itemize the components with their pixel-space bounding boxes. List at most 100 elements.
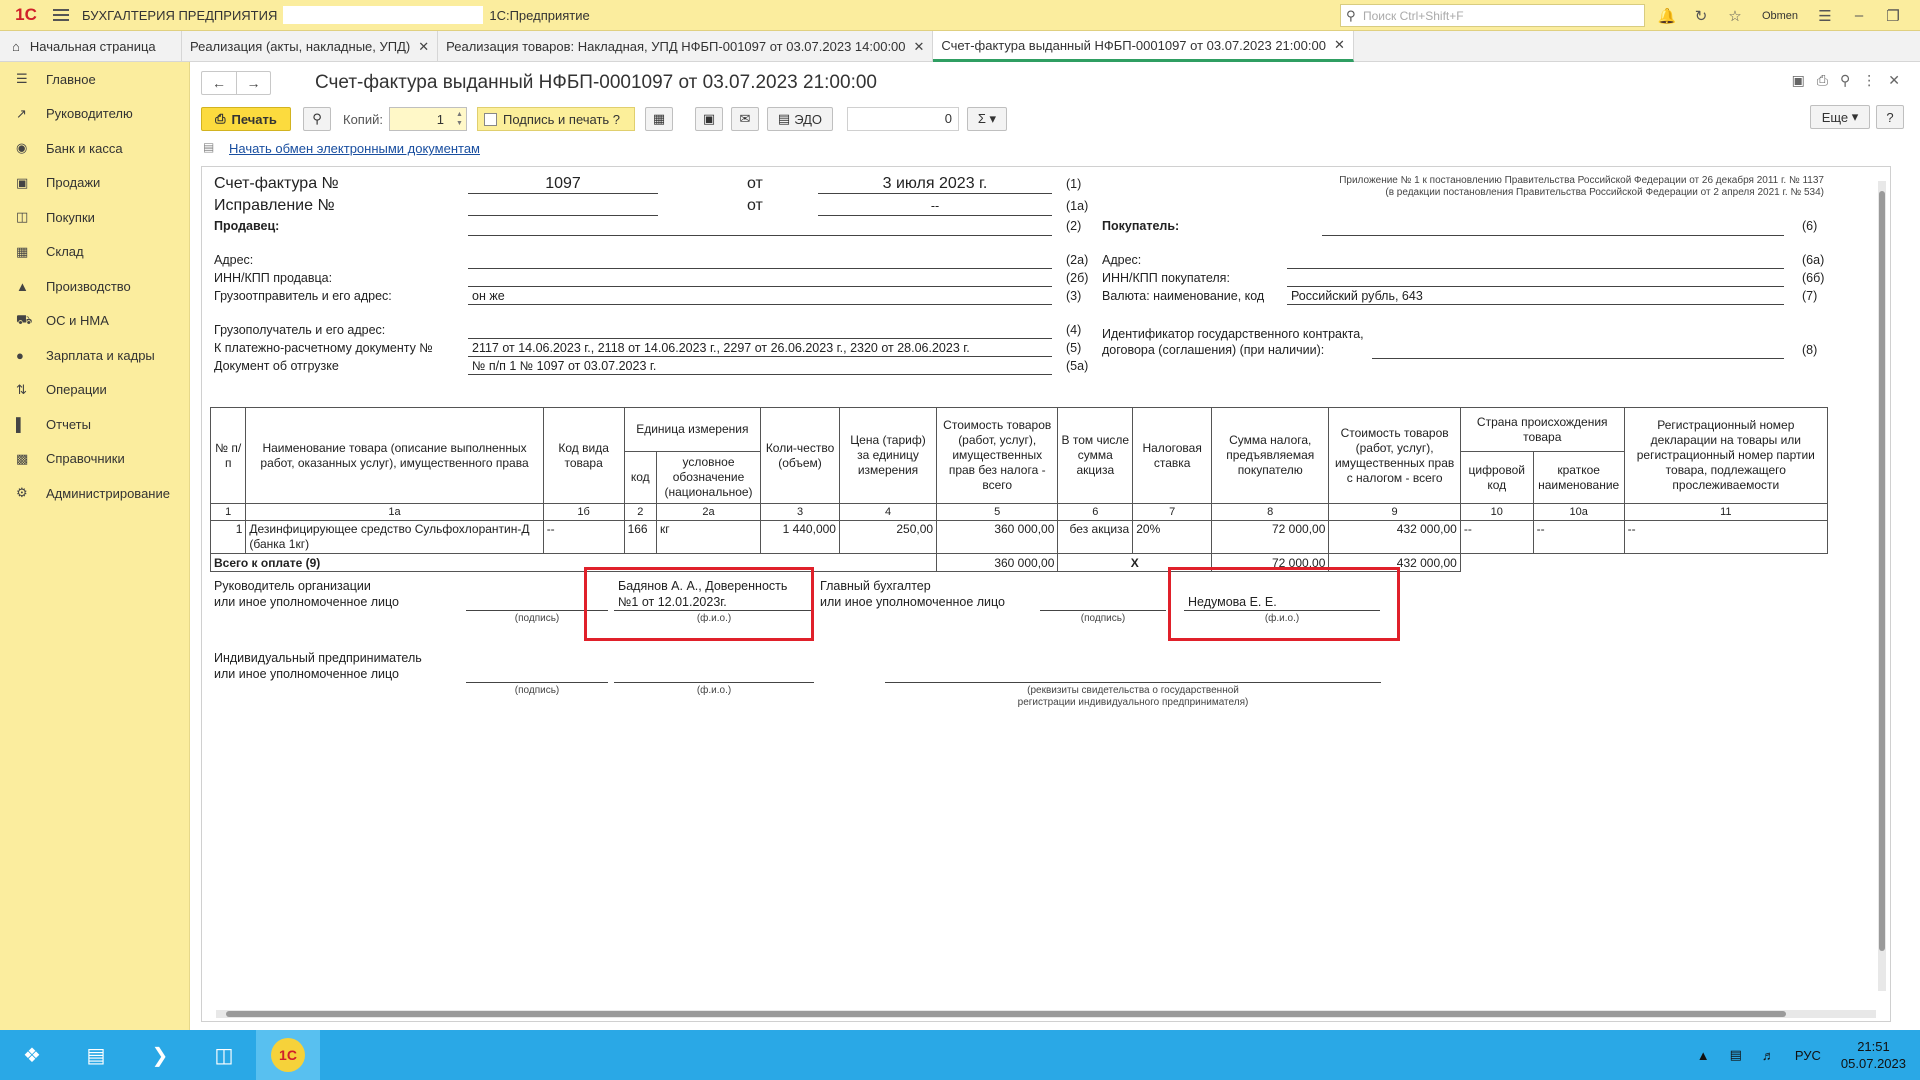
sidebar-item-label: Продажи [46, 175, 101, 191]
server-manager-icon[interactable]: ▤ [64, 1030, 128, 1080]
tab-close-icon[interactable]: ✕ [418, 39, 429, 55]
sidebar-item-production[interactable]: ▲ Производство [0, 269, 189, 304]
network-icon[interactable]: ▤ [1730, 1047, 1742, 1063]
1c-app-icon[interactable]: 1С [256, 1030, 320, 1080]
tab-close-icon[interactable]: ✕ [1334, 37, 1345, 53]
sidebar-item-admin[interactable]: ⚙ Администрирование [0, 476, 189, 511]
cell-country-name: -- [1532, 520, 1625, 554]
contract-line [1372, 358, 1784, 359]
save-icon[interactable]: ▣ [1792, 72, 1805, 89]
sidebar-item-sales[interactable]: ▣ Продажи [0, 166, 189, 201]
star-icon[interactable]: ☆ [1718, 7, 1752, 25]
sidebar-item-operations[interactable]: ⇅ Операции [0, 373, 189, 408]
windows-start-icon[interactable]: ❖ [0, 1030, 64, 1080]
excel-button[interactable]: ▦ [644, 107, 673, 131]
help-button[interactable]: ? [1876, 105, 1904, 129]
main-menu-icon[interactable] [46, 9, 76, 21]
print-button[interactable]: ⎙ Печать [201, 107, 291, 131]
tab-home[interactable]: ⌂ Начальная страница [0, 31, 182, 62]
redacted-area [283, 6, 484, 24]
scroll-thumb[interactable] [226, 1011, 1786, 1017]
col-num: 2 [623, 503, 657, 521]
factory-icon: ▲ [16, 278, 29, 294]
th-country: Страна происхождения товара [1459, 407, 1625, 452]
cell-price: 250,00 [838, 520, 938, 554]
history-icon[interactable]: ↻ [1684, 7, 1718, 25]
seller-inn-label: ИНН/КПП продавца: [214, 271, 333, 285]
th-cost-no-tax: Стоимость товаров (работ, услуг), имущес… [936, 407, 1059, 504]
sidebar-item-salary[interactable]: ● Зарплата и кадры [0, 338, 189, 373]
restore-icon[interactable]: ❐ [1876, 7, 1910, 25]
sidebar-item-main[interactable]: ☰ Главное [0, 62, 189, 97]
close-icon[interactable]: ✕ [1910, 7, 1920, 25]
clock-date: 05.07.2023 [1840, 1056, 1906, 1071]
col-num: 3 [760, 503, 840, 521]
preview-button[interactable]: ⚲ [303, 107, 331, 131]
tray-expand-icon[interactable]: ▲ [1697, 1048, 1710, 1063]
minimize-icon[interactable]: – [1842, 7, 1876, 24]
column-numbers-row: 1 1а 1б 2 2а 3 4 5 6 7 8 9 10 10а 11 [209, 503, 1829, 521]
sum-button[interactable]: Σ ▾ [966, 107, 1007, 131]
spin-icon[interactable]: ▲ ▼ [456, 110, 463, 128]
edo-button[interactable]: ▤ ЭДО [766, 107, 833, 131]
th-num: № п/п [209, 407, 247, 504]
operations-icon: ⇅ [16, 381, 27, 397]
file-explorer-icon[interactable]: ◫ [192, 1030, 256, 1080]
copies-input[interactable]: 1 ▲ ▼ [388, 107, 467, 131]
sidebar-item-director[interactable]: ↗ Руководителю [0, 97, 189, 132]
save-file-button[interactable]: ▣ [694, 107, 723, 131]
total-row: Всего к оплате (9) 360 000,00 Х 72 000,0… [209, 553, 1828, 572]
tab-sales-list[interactable]: Реализация (акты, накладные, УПД) ✕ [182, 31, 439, 62]
back-arrow-icon[interactable]: ← [202, 72, 236, 94]
col-num: 2а [655, 503, 762, 521]
search-input[interactable]: ⚲ Поиск Ctrl+Shift+F [1340, 4, 1645, 27]
print-icon[interactable]: ⎙ [1817, 72, 1828, 89]
forward-arrow-icon[interactable]: → [236, 72, 270, 94]
cell-qty: 1 440,000 [760, 520, 840, 554]
checkbox-box[interactable] [483, 112, 497, 126]
powershell-icon[interactable]: ❯ [128, 1030, 192, 1080]
sidebar-item-label: Зарплата и кадры [46, 347, 155, 363]
more-button[interactable]: Еще ▾ [1810, 105, 1870, 129]
sidebar-item-label: Отчеты [46, 416, 91, 432]
cell-reg-number: -- [1623, 520, 1829, 554]
1c-logo[interactable]: 1С [6, 0, 46, 31]
volume-muted-icon[interactable]: ♬ [1762, 1048, 1775, 1063]
email-button[interactable]: ✉ [730, 107, 759, 131]
bag-icon: ▣ [16, 174, 29, 190]
start-edo-link[interactable]: Начать обмен электронными документам [229, 141, 480, 156]
tab-invoice[interactable]: Счет-фактура выданный НФБП-0001097 от 03… [933, 31, 1354, 62]
sidebar-item-label: Администрирование [46, 485, 170, 501]
sidebar-item-purchases[interactable]: ◫ Покупки [0, 200, 189, 235]
sign-and-stamp-checkbox[interactable]: Подпись и печать ? [476, 107, 635, 131]
settings-menu-icon[interactable]: ☰ [1808, 7, 1842, 25]
horizontal-scrollbar[interactable] [216, 1010, 1876, 1018]
table-header-row: № п/п Наименование товара (описание выпо… [209, 407, 1829, 504]
tab-close-icon[interactable]: ✕ [914, 39, 925, 55]
cell-num: 1 [209, 520, 247, 554]
buyer-label: Покупатель: [1102, 219, 1180, 233]
more-vertical-icon[interactable]: ⋮ [1862, 72, 1876, 89]
scroll-thumb[interactable] [1879, 191, 1885, 951]
sidebar-item-bank[interactable]: ◉ Банк и касса [0, 131, 189, 166]
cell-excise: без акциза [1057, 520, 1134, 554]
sidebar-item-label: Главное [46, 71, 96, 87]
tab-sales-document[interactable]: Реализация товаров: Накладная, УПД НФБП-… [438, 31, 934, 62]
sidebar-item-assets[interactable]: ⛟ ОС и НМА [0, 304, 189, 339]
user-name[interactable]: Obmen [1752, 10, 1808, 22]
language-indicator[interactable]: РУС [1795, 1048, 1821, 1063]
buyer-address-label: Адрес: [1102, 253, 1142, 267]
sidebar-item-reports[interactable]: ▌ Отчеты [0, 407, 189, 442]
col-num: 6 [1057, 503, 1134, 521]
close-form-icon[interactable]: ✕ [1888, 72, 1900, 89]
preview-icon[interactable]: ⚲ [1840, 72, 1850, 89]
system-tray: ▲ ▤ ♬ РУС 21:51 05.07.2023 [1687, 1030, 1920, 1080]
tab-label: Реализация товаров: Накладная, УПД НФБП-… [446, 39, 906, 54]
vertical-scrollbar[interactable] [1878, 181, 1886, 991]
sidebar-item-catalogs[interactable]: ▩ Справочники [0, 442, 189, 477]
printable-form[interactable]: Приложение № 1 к постановлению Правитель… [201, 166, 1891, 1022]
clock[interactable]: 21:51 05.07.2023 [1841, 1038, 1906, 1072]
sidebar-item-warehouse[interactable]: ▦ Склад [0, 235, 189, 270]
sum-field[interactable]: 0 [846, 107, 959, 131]
bell-icon[interactable]: 🔔 [1650, 7, 1684, 25]
